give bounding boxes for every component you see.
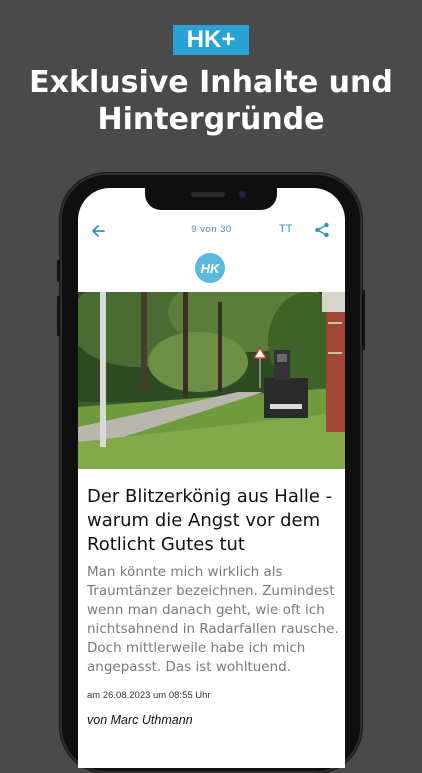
article-date: am 26.08.2023 um 08:55 Uhr — [87, 690, 211, 701]
share-icon[interactable] — [313, 221, 331, 239]
promo-headline: Exklusive Inhalte und Hintergründe — [0, 64, 422, 138]
speed-camera-photo — [78, 292, 345, 469]
font-size-label: TT — [279, 223, 293, 235]
app-screen: 9 von 30 TT HK Der Blitzerkönig aus Hall… — [78, 188, 345, 768]
article-counter: 9 von 30 — [191, 224, 232, 235]
article-author: von Marc Uthmann — [87, 713, 193, 727]
phone-power-button — [362, 290, 365, 350]
hk-brand-logo: HK — [195, 253, 225, 283]
hk-plus-logo: HK+ — [173, 25, 249, 55]
promo-headline-line2: Hintergründe — [97, 102, 325, 137]
article-teaser: Man könnte mich wirklich als Traumtänzer… — [87, 564, 339, 675]
front-camera — [239, 191, 246, 198]
speaker-grille — [191, 192, 225, 197]
promo-headline-line1: Exklusive Inhalte und — [29, 65, 393, 100]
phone-volume-down — [57, 296, 60, 336]
phone-notch — [145, 188, 277, 210]
article-title[interactable]: Der Blitzerkönig aus Halle - warum die A… — [87, 485, 339, 557]
article-toolbar: 9 von 30 TT — [78, 221, 345, 247]
article-hero-image — [78, 292, 345, 469]
font-size-button[interactable]: TT — [279, 223, 292, 235]
phone-volume-up — [57, 260, 60, 282]
